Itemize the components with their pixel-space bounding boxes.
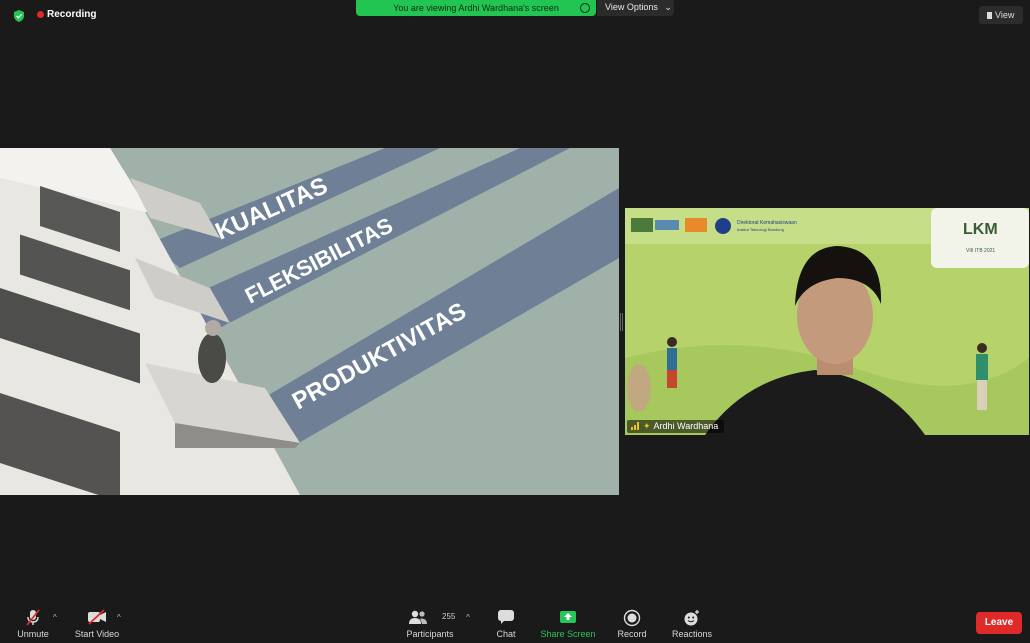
view-options-button[interactable]: View Options ⌄ bbox=[597, 0, 674, 16]
view-options-label: View Options bbox=[605, 2, 658, 12]
share-screen-label: Share Screen bbox=[540, 629, 596, 639]
event-year: VIII ITB 2021 bbox=[966, 248, 995, 254]
pin-icon: ✦ bbox=[643, 421, 651, 431]
reactions-smiley-icon bbox=[684, 610, 699, 626]
participant-video-tile[interactable]: Direktorat Kemahasiswaan Institut Teknol… bbox=[625, 208, 1029, 435]
participant-name-tag: ✦ Ardhi Wardhana bbox=[627, 420, 725, 433]
share-screen-icon bbox=[560, 611, 576, 623]
start-video-label: Start Video bbox=[74, 629, 120, 639]
participants-button[interactable]: 255 Participants bbox=[402, 603, 458, 643]
recording-label: Recording bbox=[47, 9, 97, 20]
chat-button[interactable]: Chat bbox=[486, 603, 526, 643]
record-label: Record bbox=[617, 629, 647, 639]
reactions-button[interactable]: Reactions bbox=[666, 603, 718, 643]
signal-strength-icon bbox=[631, 422, 640, 430]
record-icon bbox=[623, 609, 641, 627]
chat-bubble-icon bbox=[498, 610, 514, 624]
video-frame: Direktorat Kemahasiswaan Institut Teknol… bbox=[625, 208, 1029, 435]
slide-canvas: KUALITAS FLEKSIBILITAS PRODUKTIVITAS bbox=[0, 148, 619, 495]
meeting-toolbar: Unmute ^ Start Video ^ 255 Participants … bbox=[0, 603, 1030, 643]
viewing-banner-text: You are viewing Ardhi Wardhana's screen bbox=[393, 3, 559, 13]
record-button[interactable]: Record bbox=[610, 603, 654, 643]
participant-count: 255 bbox=[442, 612, 456, 621]
chat-label: Chat bbox=[496, 629, 516, 639]
view-button[interactable]: View bbox=[979, 6, 1023, 24]
reactions-label: Reactions bbox=[671, 629, 713, 639]
shield-check-icon[interactable] bbox=[12, 9, 26, 23]
banner-org-sub: Institut Teknologi Bandung bbox=[737, 227, 784, 232]
participant-name: Ardhi Wardhana bbox=[653, 421, 719, 431]
top-bar: Recording You are viewing Ardhi Wardhana… bbox=[0, 0, 1030, 30]
start-video-button[interactable]: Start Video bbox=[68, 603, 126, 643]
split-divider-handle[interactable] bbox=[620, 313, 623, 331]
banner-circle-icon[interactable] bbox=[580, 3, 590, 13]
share-screen-button[interactable]: Share Screen bbox=[538, 603, 598, 643]
microphone-muted-icon bbox=[26, 609, 40, 626]
chevron-down-icon: ⌄ bbox=[664, 2, 672, 12]
banner-org: Direktorat Kemahasiswaan bbox=[737, 220, 797, 226]
leave-button[interactable]: Leave bbox=[976, 612, 1022, 634]
unmute-button[interactable]: Unmute bbox=[10, 603, 56, 643]
participants-options-caret-icon[interactable]: ^ bbox=[466, 613, 470, 622]
shared-screen[interactable]: KUALITAS FLEKSIBILITAS PRODUKTIVITAS bbox=[0, 148, 619, 495]
video-options-caret-icon[interactable]: ^ bbox=[117, 613, 121, 622]
recording-dot-icon bbox=[37, 11, 44, 18]
audio-options-caret-icon[interactable]: ^ bbox=[53, 613, 57, 622]
view-layout-icon bbox=[987, 12, 992, 19]
participants-icon bbox=[408, 610, 427, 624]
participants-label: Participants bbox=[406, 629, 454, 639]
viewing-screen-banner: You are viewing Ardhi Wardhana's screen bbox=[356, 0, 596, 16]
video-camera-off-icon bbox=[88, 609, 106, 625]
event-logo: LKM bbox=[963, 221, 998, 238]
unmute-label: Unmute bbox=[17, 629, 49, 639]
view-label: View bbox=[995, 10, 1015, 20]
